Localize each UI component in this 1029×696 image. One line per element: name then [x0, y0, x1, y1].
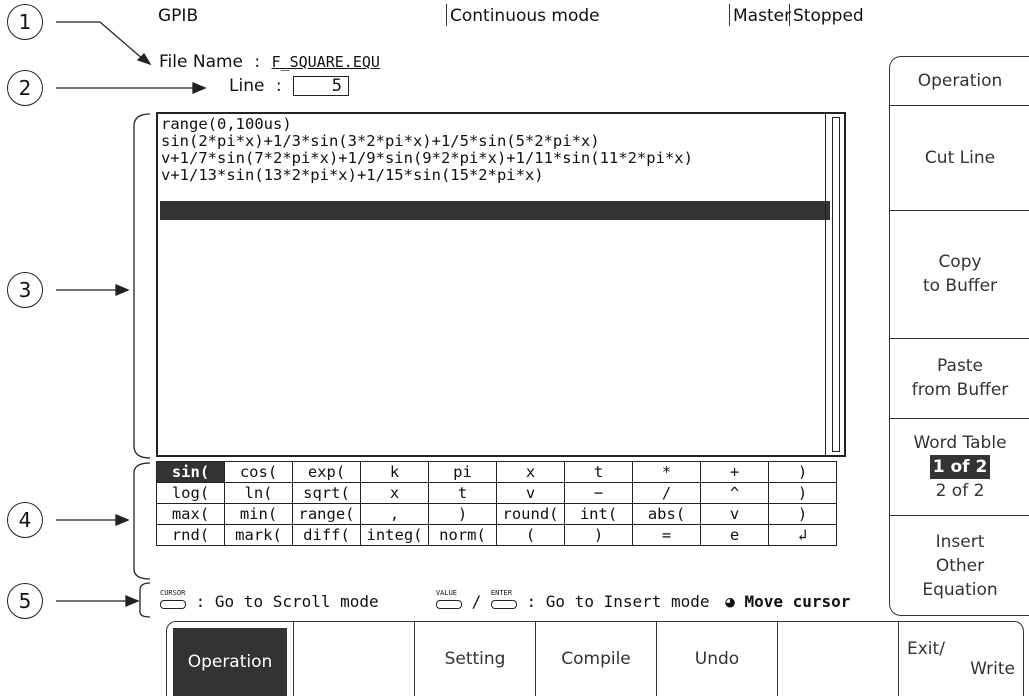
- editor-line[interactable]: sin(2*pi*x)+1/3*sin(3*2*pi*x)+1/5*sin(5*…: [161, 133, 600, 150]
- word-cell[interactable]: x: [360, 482, 429, 504]
- cursor-hint-text: : Go to Scroll mode: [195, 592, 379, 611]
- status-divider: [446, 4, 447, 26]
- value-key-label: VALUE: [435, 589, 458, 597]
- word-cell[interactable]: integ(: [360, 524, 429, 546]
- enter-key-label: ENTER: [490, 589, 512, 597]
- word-cell[interactable]: pi: [428, 461, 497, 483]
- side-menu: Operation Cut Line Copy to Buffer Paste …: [889, 56, 1029, 616]
- side-menu-title: Operation: [890, 57, 1029, 106]
- callout-2: 2: [7, 70, 43, 106]
- word-cell[interactable]: norm(: [428, 524, 497, 546]
- editor-line[interactable]: v+1/7*sin(7*2*pi*x)+1/9*sin(9*2*pi*x)+1/…: [161, 150, 693, 167]
- editor-scrollbar[interactable]: [832, 117, 840, 452]
- operation-tab[interactable]: Operation: [166, 621, 294, 696]
- copy-to-buffer-button[interactable]: Copy to Buffer: [890, 210, 1029, 339]
- line-label: Line: [229, 76, 265, 96]
- word-cell[interactable]: max(: [156, 503, 225, 525]
- word-cell[interactable]: t: [428, 482, 497, 504]
- knob-icon: ◕: [725, 592, 735, 611]
- editor-cursor-line[interactable]: [160, 201, 830, 220]
- word-cell[interactable]: sin(: [156, 461, 225, 483]
- word-cell[interactable]: v: [700, 503, 769, 525]
- editor-scroll-divider: [825, 114, 826, 455]
- cursor-key-label: CURSOR: [160, 589, 186, 597]
- undo-button[interactable]: Undo: [656, 621, 778, 696]
- word-cell[interactable]: log(: [156, 482, 225, 504]
- word-cell[interactable]: round(: [496, 503, 565, 525]
- word-cell[interactable]: ): [564, 524, 633, 546]
- status-role: Master: [733, 6, 792, 26]
- word-table: sin( cos( exp( k pi x t * + ) log( ln( s…: [156, 461, 837, 546]
- file-name-colon: :: [254, 52, 261, 72]
- word-cell[interactable]: sqrt(: [292, 482, 361, 504]
- setting-button[interactable]: Setting: [414, 621, 536, 696]
- exit-write-button[interactable]: Exit/ Write: [898, 621, 1024, 696]
- word-cell[interactable]: mark(: [224, 524, 293, 546]
- callout-3: 3: [7, 272, 43, 308]
- word-table-button[interactable]: Word Table 1 of 2 2 of 2: [890, 418, 1029, 516]
- word-cell[interactable]: exp(: [292, 461, 361, 483]
- line-colon: :: [275, 76, 282, 96]
- word-cell[interactable]: abs(: [632, 503, 701, 525]
- file-name-row: File Name : F_SQUARE.EQU: [159, 52, 380, 72]
- word-cell[interactable]: (: [496, 524, 565, 546]
- line-row: Line : 5: [229, 76, 349, 96]
- word-cell[interactable]: v: [496, 482, 565, 504]
- word-cell[interactable]: ): [768, 503, 837, 525]
- status-interface: GPIB: [158, 6, 199, 26]
- word-cell[interactable]: cos(: [224, 461, 293, 483]
- word-cell[interactable]: min(: [224, 503, 293, 525]
- callout-5: 5: [7, 583, 43, 619]
- word-cell[interactable]: *: [632, 461, 701, 483]
- hint-bar: CURSOR : Go to Scroll mode VALUE / ENTER…: [160, 589, 851, 611]
- hint-slash: /: [471, 592, 482, 611]
- word-cell[interactable]: int(: [564, 503, 633, 525]
- word-cell[interactable]: x: [496, 461, 565, 483]
- compile-button[interactable]: Compile: [535, 621, 657, 696]
- word-cell[interactable]: /: [632, 482, 701, 504]
- editor-line[interactable]: v+1/13*sin(13*2*pi*x)+1/15*sin(15*2*pi*x…: [161, 167, 544, 184]
- cursor-key-icon: CURSOR: [160, 589, 186, 609]
- editor-line[interactable]: range(0,100us): [161, 116, 292, 133]
- word-cell[interactable]: ): [768, 482, 837, 504]
- word-cell[interactable]: ): [768, 461, 837, 483]
- word-cell[interactable]: −: [564, 482, 633, 504]
- word-cell[interactable]: rnd(: [156, 524, 225, 546]
- word-cell[interactable]: +: [700, 461, 769, 483]
- file-name-value: F_SQUARE.EQU: [271, 53, 380, 71]
- word-cell[interactable]: ^: [700, 482, 769, 504]
- status-mode: Continuous mode: [450, 6, 600, 26]
- status-state: Stopped: [793, 6, 864, 26]
- insert-hint-text: : Go to Insert mode: [526, 592, 710, 611]
- paste-from-buffer-button[interactable]: Paste from Buffer: [890, 338, 1029, 419]
- word-cell[interactable]: ): [428, 503, 497, 525]
- word-cell[interactable]: ln(: [224, 482, 293, 504]
- knob-hint-text: Move cursor: [744, 592, 851, 611]
- word-cell[interactable]: ,: [360, 503, 429, 525]
- insert-other-equation-button[interactable]: Insert Other Equation: [890, 515, 1029, 615]
- word-table-page-selected: 1 of 2: [929, 454, 991, 479]
- file-name-label: File Name: [159, 52, 244, 72]
- equation-editor[interactable]: range(0,100us) sin(2*pi*x)+1/3*sin(3*2*p…: [156, 112, 846, 457]
- enter-key-icon: ENTER: [490, 589, 517, 609]
- word-cell[interactable]: =: [632, 524, 701, 546]
- word-cell[interactable]: k: [360, 461, 429, 483]
- status-divider: [789, 4, 790, 26]
- value-key-icon: VALUE: [435, 589, 462, 609]
- word-cell[interactable]: t: [564, 461, 633, 483]
- blank-softkey[interactable]: [293, 621, 415, 696]
- callout-4: 4: [7, 502, 43, 538]
- status-divider: [729, 4, 730, 26]
- line-number-field[interactable]: 5: [292, 76, 349, 96]
- bottom-menu: Operation Setting Compile Undo Exit/ Wri…: [166, 621, 1026, 696]
- blank-softkey[interactable]: [777, 621, 899, 696]
- word-cell[interactable]: e: [700, 524, 769, 546]
- enter-key-cell[interactable]: ↲: [768, 524, 837, 546]
- callout-1: 1: [7, 4, 43, 40]
- word-cell[interactable]: range(: [292, 503, 361, 525]
- word-cell[interactable]: diff(: [292, 524, 361, 546]
- word-table-page-other: 2 of 2: [935, 480, 985, 501]
- cut-line-button[interactable]: Cut Line: [890, 105, 1029, 211]
